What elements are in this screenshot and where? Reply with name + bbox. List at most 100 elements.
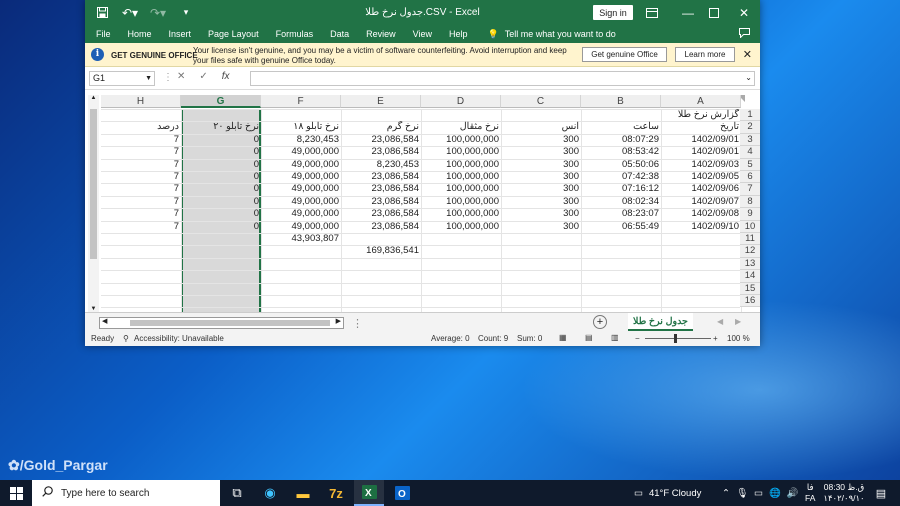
cell-b9[interactable]: 08:23:07 (581, 208, 661, 220)
insert-function-icon[interactable]: fx (222, 71, 230, 82)
tab-page-layout[interactable]: Page Layout (208, 29, 259, 39)
windows-start-icon[interactable] (0, 480, 32, 506)
outlook-taskbar-icon[interactable]: O (387, 480, 417, 506)
tab-view[interactable]: View (413, 29, 432, 39)
cell-h10[interactable]: 7 (101, 221, 181, 233)
maximize-button[interactable] (699, 0, 729, 25)
row-header-16[interactable]: 16 (740, 295, 760, 308)
row-header-7[interactable]: 7 (740, 183, 760, 196)
cell-b8[interactable]: 08:02:34 (581, 196, 661, 208)
cell-h8[interactable]: 7 (101, 196, 181, 208)
row-header-10[interactable]: 10 (740, 220, 760, 233)
expand-formula-icon[interactable]: ⌄ (745, 73, 752, 82)
cell-h4[interactable]: 7 (101, 146, 181, 158)
sign-in-button[interactable]: Sign in (593, 5, 633, 20)
sheet-nav-left-icon[interactable]: ◀ (717, 317, 723, 326)
cell-a9[interactable]: 1402/09/08 (661, 208, 741, 220)
cell-e3[interactable]: 23,086,584 (341, 134, 421, 146)
row-header-11[interactable]: 11 (740, 233, 760, 246)
get-genuine-office-button[interactable]: Get genuine Office (582, 47, 667, 62)
cell-header-c[interactable]: انس (501, 121, 581, 133)
cell-a3[interactable]: 1402/09/01 (661, 134, 741, 146)
column-header-e[interactable]: E (341, 95, 421, 108)
cell-a6[interactable]: 1402/09/05 (661, 171, 741, 183)
close-button[interactable]: ✕ (729, 0, 759, 25)
cell-c7[interactable]: 300 (501, 183, 581, 195)
horizontal-scroll-thumb[interactable] (130, 320, 330, 326)
column-header-a[interactable]: A (661, 95, 741, 108)
cell-a10[interactable]: 1402/09/10 (661, 221, 741, 233)
tab-file[interactable]: File (96, 29, 111, 39)
taskbar-search-box[interactable]: Type here to search (32, 480, 220, 506)
microphone-icon[interactable]: 🎙 (736, 488, 748, 499)
weather-widget[interactable]: ▭ 41°F Cloudy (634, 480, 701, 506)
row-header-14[interactable]: 14 (740, 270, 760, 283)
cell-header-e[interactable]: نرخ گرم (341, 121, 421, 133)
cell-e12-total[interactable]: 169,836,541 (341, 245, 421, 257)
tab-review[interactable]: Review (366, 29, 396, 39)
sheet-nav-right-icon[interactable]: ▶ (735, 317, 741, 326)
row-header-15[interactable]: 15 (740, 282, 760, 295)
tab-data[interactable]: Data (330, 29, 349, 39)
cell-e9[interactable]: 23,086,584 (341, 208, 421, 220)
cell-g9[interactable]: 0 (181, 208, 261, 220)
cell-c6[interactable]: 300 (501, 171, 581, 183)
column-header-d[interactable]: D (421, 95, 501, 108)
page-break-view-icon[interactable]: ▥ (611, 333, 619, 342)
cell-d8[interactable]: 100,000,000 (421, 196, 501, 208)
cell-b3[interactable]: 08:07:29 (581, 134, 661, 146)
cell-header-h[interactable]: درصد (101, 121, 181, 133)
zoom-slider-track[interactable] (645, 338, 711, 339)
cell-a7[interactable]: 1402/09/06 (661, 183, 741, 195)
tab-splitter-icon[interactable]: ⋮ (352, 317, 363, 330)
undo-icon[interactable]: ↶▾ (119, 2, 141, 24)
cell-g7[interactable]: 0 (181, 183, 261, 195)
cell-d9[interactable]: 100,000,000 (421, 208, 501, 220)
cell-g5[interactable]: 0 (181, 159, 261, 171)
cell-d10[interactable]: 100,000,000 (421, 221, 501, 233)
row-header-6[interactable]: 6 (740, 171, 760, 184)
column-header-h[interactable]: H (101, 95, 181, 108)
excel-taskbar-icon[interactable]: X (354, 480, 384, 506)
globe-icon[interactable]: 🌐 (769, 488, 781, 499)
cell-f11-total[interactable]: 43,903,807 (261, 233, 341, 245)
column-header-g[interactable]: G (181, 95, 261, 108)
cell-g6[interactable]: 0 (181, 171, 261, 183)
scroll-up-icon[interactable]: ▲ (88, 95, 99, 101)
cell-d6[interactable]: 100,000,000 (421, 171, 501, 183)
cell-e7[interactable]: 23,086,584 (341, 183, 421, 195)
cell-c3[interactable]: 300 (501, 134, 581, 146)
cell-b6[interactable]: 07:42:38 (581, 171, 661, 183)
vertical-scrollbar[interactable]: ▲ ▼ (88, 95, 99, 312)
chevron-up-icon[interactable]: ⌃ (722, 488, 730, 499)
customize-toolbar-icon[interactable]: ▾ (175, 2, 197, 24)
zoom-in-icon[interactable]: + (713, 334, 718, 343)
spreadsheet-grid[interactable]: ▲ ▼ H G F E D C B A 1 2 3 4 5 6 7 8 9 10 11 12 13 14 15 16 گزارش… (85, 90, 760, 312)
row-header-1[interactable]: 1 (740, 109, 760, 122)
scroll-left-icon[interactable]: ◀ (102, 317, 107, 325)
cell-h7[interactable]: 7 (101, 183, 181, 195)
cell-f7[interactable]: 49,000,000 (261, 183, 341, 195)
cell-header-g[interactable]: نرخ تابلو ۲۰ (181, 121, 261, 133)
save-icon[interactable] (91, 2, 113, 24)
cell-header-f[interactable]: نرخ تابلو ۱۸ (261, 121, 341, 133)
notification-icon[interactable]: ▤ (866, 480, 896, 506)
normal-view-icon[interactable]: ▦ (559, 333, 567, 342)
cell-f9[interactable]: 49,000,000 (261, 208, 341, 220)
zoom-out-icon[interactable]: − (635, 334, 640, 343)
cell-f4[interactable]: 49,000,000 (261, 146, 341, 158)
accessibility-status[interactable]: Accessibility: Unavailable (134, 334, 224, 343)
7zip-icon[interactable]: 7z (321, 480, 351, 506)
cell-e5[interactable]: 8,230,453 (341, 159, 421, 171)
network-icon[interactable]: ▭ (754, 488, 763, 499)
cell-b4[interactable]: 08:53:42 (581, 146, 661, 158)
cell-e10[interactable]: 23,086,584 (341, 221, 421, 233)
vertical-scroll-thumb[interactable] (90, 109, 97, 259)
page-layout-view-icon[interactable]: ▤ (585, 333, 593, 342)
cell-b10[interactable]: 06:55:49 (581, 221, 661, 233)
scroll-right-icon[interactable]: ▶ (336, 317, 341, 325)
cell-h5[interactable]: 7 (101, 159, 181, 171)
language-indicator[interactable]: فا FA (805, 482, 815, 504)
cell-g10[interactable]: 0 (181, 221, 261, 233)
accessibility-icon[interactable]: ⚲ (123, 334, 129, 343)
